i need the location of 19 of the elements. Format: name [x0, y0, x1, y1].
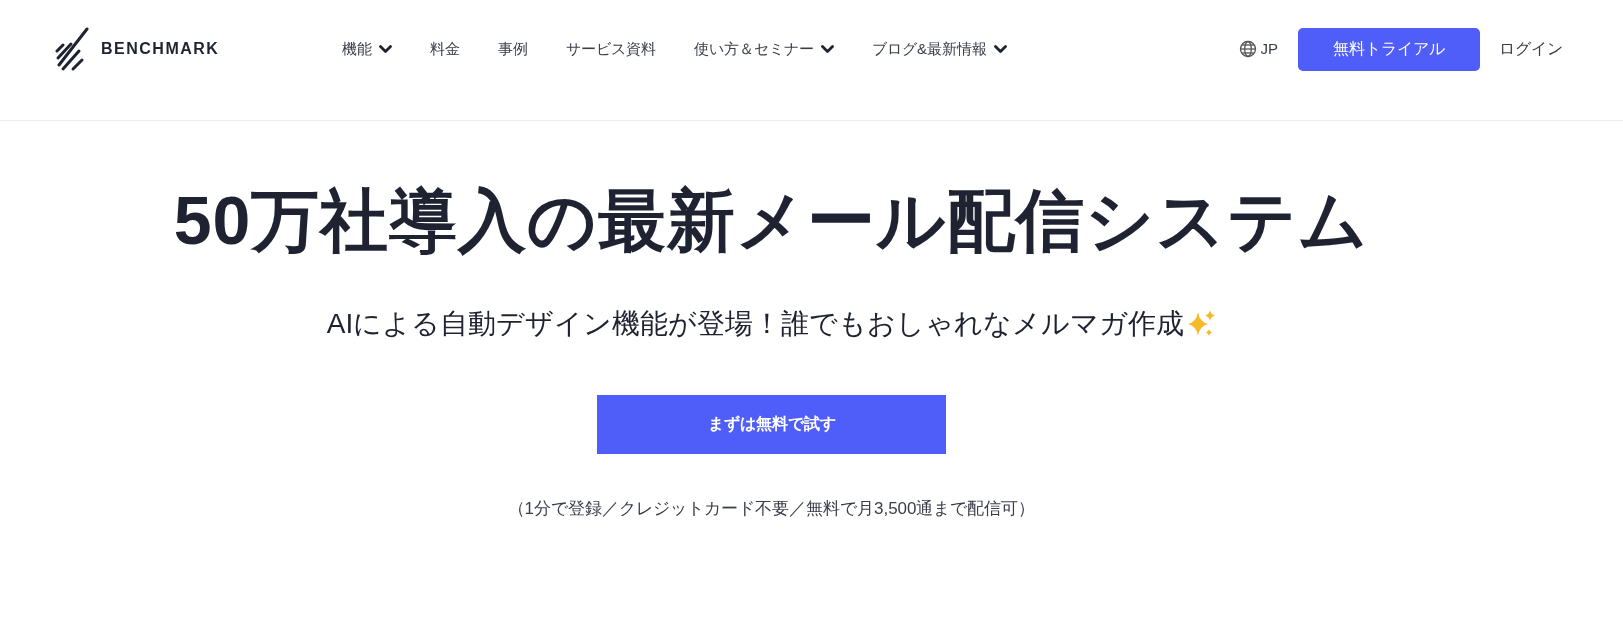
nav-link[interactable]: サービス資料 — [566, 37, 656, 61]
nav-link[interactable]: 機能 — [342, 37, 392, 61]
subtitle: AIによる自動デザイン機能が登場！誰でもおしゃれなメルマガ作成 — [326, 306, 1185, 341]
signup-note: （1分で登録／クレジットカード不要／無料で月3,500通まで配信可） — [507, 497, 1036, 520]
nav-link[interactable]: 使い方＆セミナー — [694, 37, 834, 61]
nav-link[interactable]: ブログ&最新情報 — [872, 37, 1007, 61]
headline: 50万社導入の最新メール配信システム — [173, 183, 1370, 258]
chevron-down-icon — [821, 44, 834, 54]
chevron-down-icon — [994, 44, 1007, 54]
language-selector[interactable]: JP — [1239, 37, 1278, 61]
login-link[interactable]: ログイン — [1499, 37, 1563, 61]
nav-link[interactable]: 事例 — [498, 37, 528, 61]
chevron-down-icon — [379, 44, 392, 54]
free-trial-button[interactable]: 無料トライアル — [1298, 27, 1480, 71]
nav-link[interactable]: 料金 — [430, 37, 460, 61]
logo-mark-icon — [55, 26, 89, 72]
globe-icon — [1239, 40, 1258, 58]
logo-wordmark[interactable]: BENCHMARK — [101, 37, 220, 61]
cta-button[interactable]: まずは無料で試す — [597, 394, 946, 454]
